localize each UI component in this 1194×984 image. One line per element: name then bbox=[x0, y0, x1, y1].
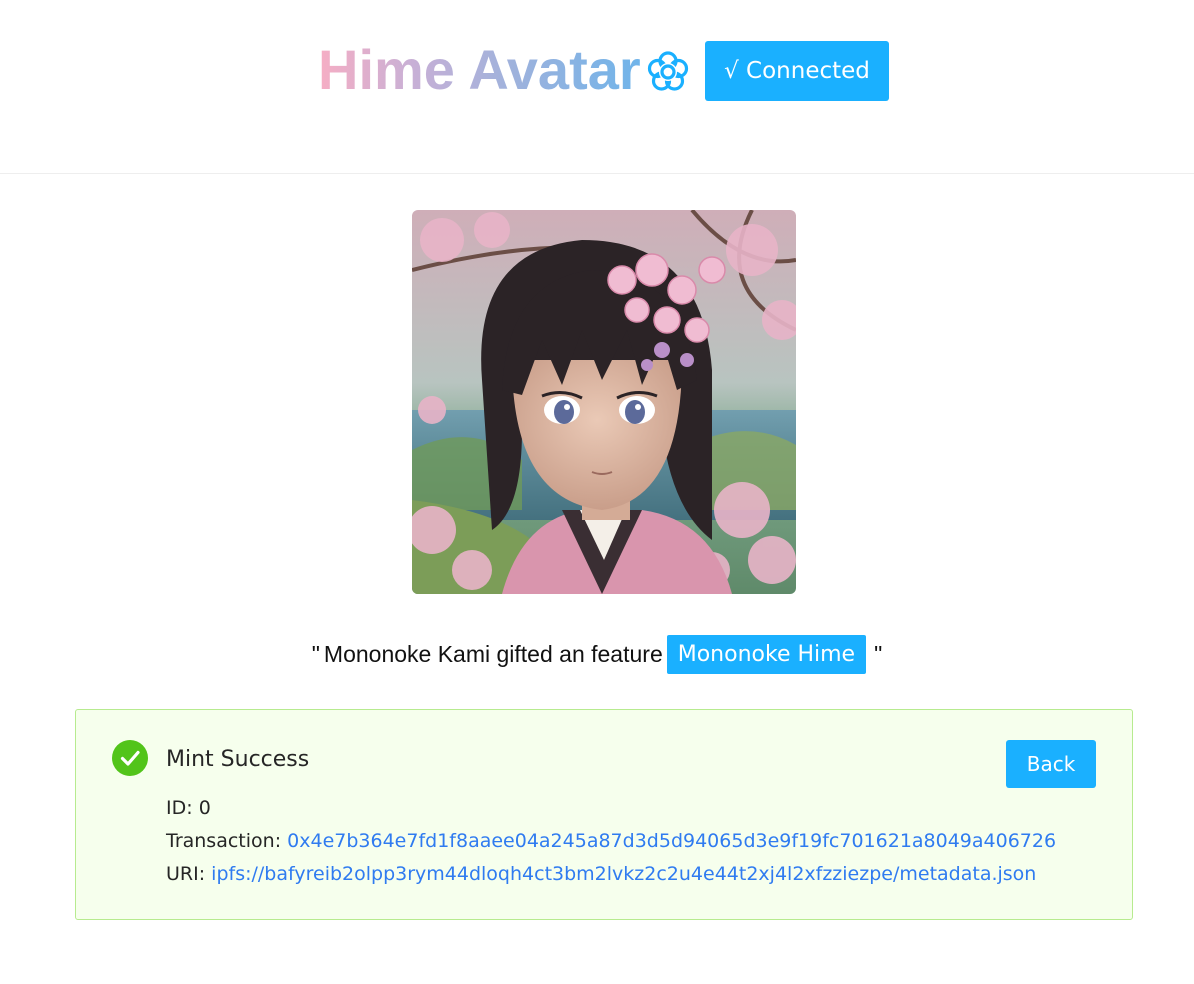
transaction-row: Transaction: 0x4e7b364e7fd1f8aaee04a245a… bbox=[166, 827, 1056, 855]
app-title-text: Hime Avatar bbox=[318, 38, 641, 101]
back-button[interactable]: Back bbox=[1006, 740, 1096, 788]
page-header: Hime Avatar √ Connected bbox=[0, 0, 1194, 174]
token-id-value: 0 bbox=[198, 797, 211, 819]
quote-close: " bbox=[874, 640, 883, 667]
uri-row: URI: ipfs://bafyreib2olpp3rym44dloqh4ct3… bbox=[166, 860, 1036, 888]
avatar-image bbox=[412, 210, 796, 594]
token-id-label: ID: bbox=[166, 797, 193, 819]
result-title: Mint Success bbox=[166, 747, 310, 772]
token-id-row: ID: 0 bbox=[166, 794, 211, 822]
uri-label: URI: bbox=[166, 863, 206, 885]
app-title: Hime Avatar bbox=[318, 36, 641, 104]
feature-tag: Mononoke Hime bbox=[666, 634, 867, 674]
quote-text: Mononoke Kami gifted an feature bbox=[323, 640, 663, 667]
flower-icon bbox=[647, 51, 689, 91]
uri-link[interactable]: ipfs://bafyreib2olpp3rym44dloqh4ct3bm2lv… bbox=[211, 863, 1036, 885]
quote-open: " bbox=[311, 640, 320, 667]
transaction-label: Transaction: bbox=[166, 830, 282, 852]
check-circle-icon bbox=[112, 740, 148, 776]
feature-quote: " Mononoke Kami gifted an feature Monono… bbox=[0, 634, 1194, 674]
connected-button[interactable]: √ Connected bbox=[705, 41, 889, 101]
mint-result-panel: Mint Success Back ID: 0 Transaction: 0x4… bbox=[75, 709, 1133, 920]
transaction-link[interactable]: 0x4e7b364e7fd1f8aaee04a245a87d3d5d94065d… bbox=[287, 830, 1056, 852]
